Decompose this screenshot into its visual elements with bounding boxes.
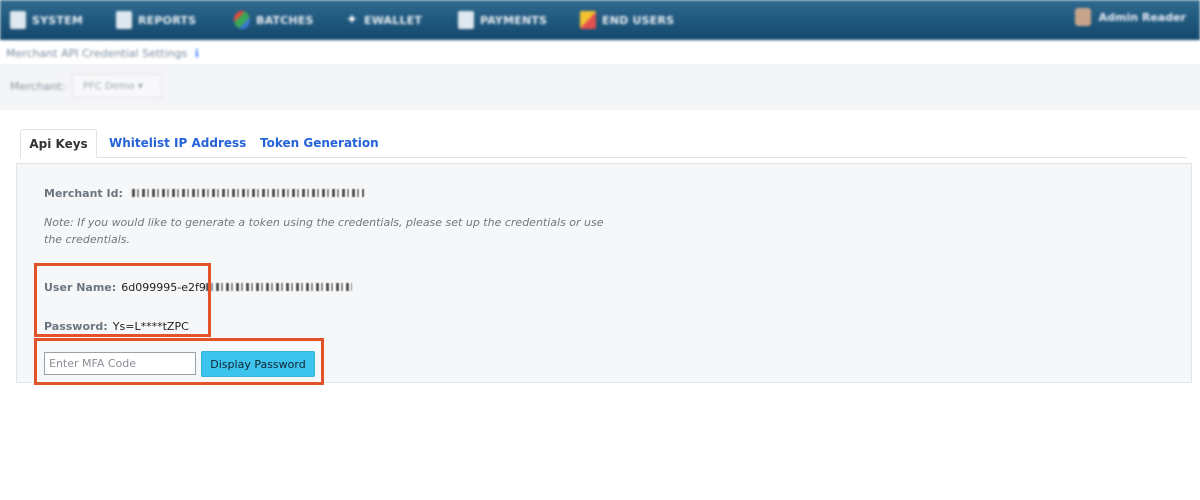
nav-end-users[interactable]: END USERS	[580, 8, 674, 32]
merchant-select-value: PFC Demo	[83, 81, 135, 92]
credentials-note: Note: If you would like to generate a to…	[44, 216, 604, 246]
nav-payments[interactable]: PAYMENTS	[458, 8, 547, 32]
username-redacted	[205, 282, 352, 291]
nav-batches-label: BATCHES	[256, 13, 314, 27]
nav-end-users-label: END USERS	[602, 13, 675, 27]
mfa-code-input[interactable]	[44, 352, 196, 375]
payments-icon	[458, 11, 474, 29]
puzzle-icon	[580, 11, 596, 29]
nav-batches[interactable]: BATCHES	[234, 8, 314, 32]
nav-system-label: SYSTEM	[32, 13, 83, 27]
avatar	[1074, 8, 1091, 26]
system-icon	[10, 11, 26, 29]
nav-reports-label: REPORTS	[138, 13, 197, 27]
page-title-text: Merchant API Credential Settings	[6, 47, 188, 60]
user-name: Admin Reader	[1098, 10, 1186, 24]
nav-system[interactable]: SYSTEM	[10, 8, 83, 32]
merchant-id-redacted	[131, 188, 364, 197]
reports-icon	[116, 11, 132, 29]
info-icon[interactable]: ℹ	[195, 47, 199, 60]
star-icon: ✦	[346, 12, 358, 28]
user-menu[interactable]: Admin Reader	[1074, 8, 1186, 26]
nav-reports[interactable]: REPORTS	[116, 8, 196, 32]
chevron-down-icon: ▾	[137, 81, 143, 92]
tab-bar: Api Keys Whitelist IP Address Token Gene…	[20, 129, 1187, 158]
page-title: Merchant API Credential Settings ℹ	[6, 47, 199, 60]
nav-ewallet[interactable]: ✦ EWALLET	[346, 8, 422, 32]
merchant-band	[0, 64, 1200, 110]
display-password-button[interactable]: Display Password	[201, 351, 315, 377]
merchant-id-row: Merchant Id:	[44, 182, 364, 201]
nav-ewallet-label: EWALLET	[364, 13, 423, 27]
tab-whitelist-ip[interactable]: Whitelist IP Address	[109, 129, 246, 157]
top-nav-bar: SYSTEM REPORTS BATCHES ✦ EWALLET PAYMENT…	[0, 0, 1200, 40]
merchant-select[interactable]: PFC Demo ▾	[72, 74, 162, 98]
tab-api-keys[interactable]: Api Keys	[20, 129, 97, 158]
batches-icon	[234, 11, 250, 29]
tab-token-generation[interactable]: Token Generation	[260, 129, 379, 157]
merchant-id-label: Merchant Id:	[44, 187, 123, 200]
credentials-highlight	[34, 263, 211, 337]
merchant-label: Merchant:	[10, 80, 66, 93]
nav-payments-label: PAYMENTS	[480, 13, 548, 27]
